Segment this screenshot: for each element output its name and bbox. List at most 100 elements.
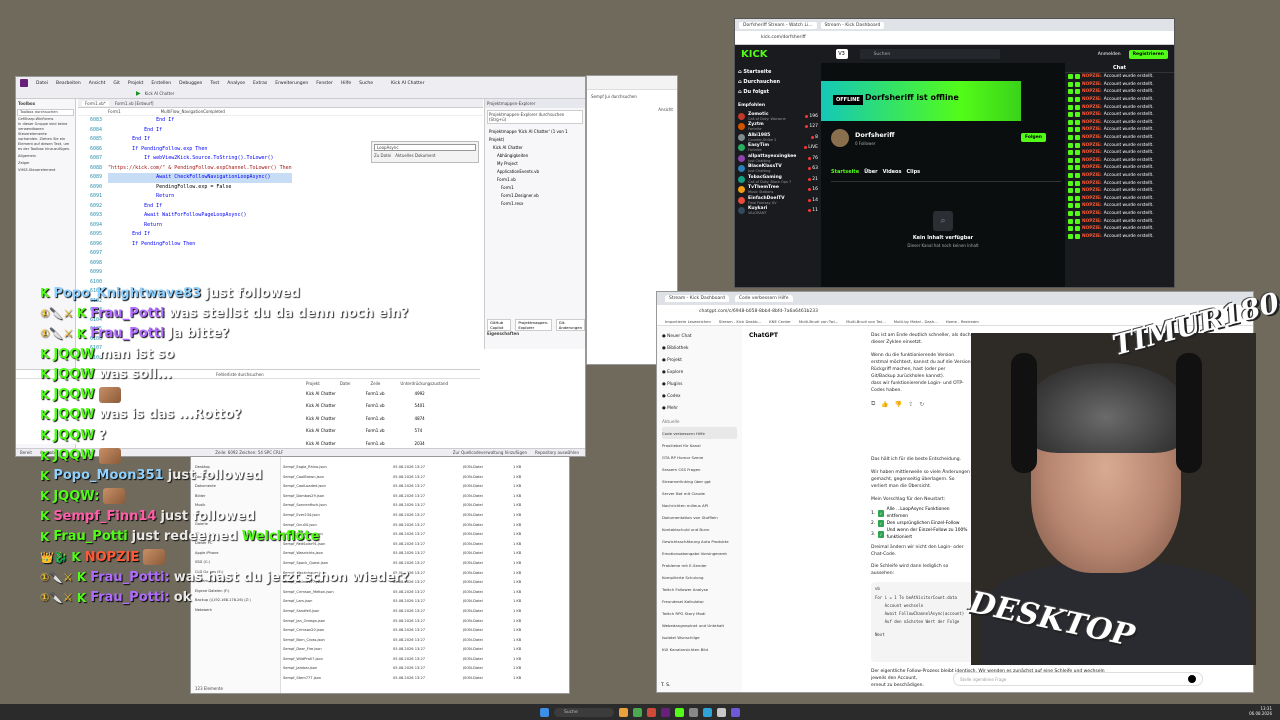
menu-item[interactable]: Analyse [227, 81, 245, 86]
solution-item[interactable]: ApplicationEvents.vb [489, 168, 581, 176]
kick-app-icon[interactable] [675, 707, 684, 717]
code-line[interactable]: End If [108, 230, 292, 240]
channel-row[interactable]: TvThemTree Music Stations 16 [738, 185, 818, 196]
kick-register-button[interactable]: Registrieren [1128, 49, 1168, 59]
file-row[interactable]: Sempf_Stem777.json 05.08.2026 13:27 JSON-D… [283, 674, 569, 684]
history-item[interactable]: Dokumentation von Stufflein [662, 511, 737, 523]
kick-search-input[interactable]: Suchen [859, 49, 1000, 59]
history-item[interactable]: Nachrichten milieus API [662, 499, 737, 511]
follow-button[interactable]: Folgen [1021, 133, 1047, 142]
solution-item[interactable]: Form1.resx [489, 200, 581, 208]
history-item[interactable]: Isolatel Wunschlige [662, 631, 737, 643]
chat-username[interactable]: NOPZIE: [1082, 211, 1102, 216]
menu-item[interactable]: Ansicht [89, 81, 106, 86]
code-line[interactable]: PendingFollow.exp = False [108, 183, 292, 193]
find-widget[interactable]: LoopAsync Zu Datei Aktuelles Dokument [371, 141, 479, 163]
file-row[interactable]: Sempf_Sandfell.json 05.08.2026 13:27 JSON-… [283, 607, 569, 617]
file-row[interactable]: Sempf_Jan_Omega.json 05.08.2026 13:27 JSON… [283, 617, 569, 627]
history-item[interactable]: Kompilierte Schulung [662, 571, 737, 583]
streamer-avatar[interactable] [831, 129, 849, 147]
start-icon[interactable] [540, 707, 549, 717]
code-line[interactable]: Return [108, 221, 292, 231]
browser-tab[interactable]: Stream - Kick Dashboard [665, 295, 729, 302]
app-icon-3[interactable] [703, 707, 712, 717]
channel-row[interactable]: EasyTim Fortnite LIVE [738, 143, 818, 154]
channel-row[interactable]: Zomotic Call of Duty: Warzone 196 [738, 111, 818, 122]
bookmark[interactable]: KNE Center [769, 319, 791, 324]
code-line[interactable]: "https://kick.com/" & PendingFollow.expC… [108, 164, 292, 174]
history-item[interactable]: GTA RP Humor Szene [662, 451, 737, 463]
copy-icon[interactable]: ⧉ [871, 400, 875, 408]
bookmark[interactable]: Multi-Brudi von Twi... [799, 319, 838, 324]
code-line[interactable]: End If [108, 135, 292, 145]
explorer-icon[interactable] [619, 707, 628, 717]
browser-tab[interactable]: Stream - Kick Dashboard [820, 21, 885, 29]
channel-row[interactable]: Kuykari VALORANT 11 [738, 206, 818, 217]
file-row[interactable]: Sempf_Barn_Cross.json 05.08.2026 13:27 JSO… [283, 636, 569, 646]
history-item[interactable]: Server Bot mit Claude [662, 487, 737, 499]
gpt-url[interactable]: chatgpt.com/c/6948-b058-8bb4-8bfd-7a6a64… [699, 309, 818, 314]
solution-tab[interactable]: Git-Änderungen [555, 319, 585, 331]
channel-tab[interactable]: Startseite [831, 169, 859, 175]
gpt-nav-item[interactable]: ● Bibliothek [662, 342, 737, 354]
taskbar-search[interactable]: Suche [554, 707, 614, 717]
tab-form1-code[interactable]: Form1.vb* [82, 100, 109, 106]
chat-username[interactable]: NOPZIE: [1082, 165, 1102, 170]
bookmark[interactable]: Multi-by Metal - Dash... [894, 319, 938, 324]
gpt-nav-item[interactable]: ● Codex [662, 390, 737, 402]
kick-login-button[interactable]: Anmelden [1098, 52, 1121, 57]
menu-item[interactable]: Erstellen [151, 81, 171, 86]
history-item[interactable]: Kontaktschuld und Bunn [662, 523, 737, 535]
code-line[interactable]: End If [108, 116, 292, 126]
solution-item[interactable]: Form1 [489, 184, 581, 192]
chat-username[interactable]: NOPZIE: [1082, 89, 1102, 94]
code-line[interactable]: End If [108, 126, 292, 136]
channel-row[interactable]: TobacGaming Call of Duty: Black Ops 7 21 [738, 174, 818, 185]
history-item[interactable]: Freundesel Kalkulator [662, 595, 737, 607]
chat-username[interactable]: NOPZIE: [1082, 188, 1102, 193]
history-item[interactable]: Gewichtsschätzung Auto Produkte [662, 535, 737, 547]
chat-username[interactable]: NOPZIE: [1082, 82, 1102, 87]
code-line[interactable]: If PendingFollow.exp Then [108, 145, 292, 155]
history-item[interactable]: Webedangneplnet und Untehalt [662, 619, 737, 631]
channel-tab[interactable]: Videos [883, 169, 902, 175]
chat-username[interactable]: NOPZIE: [1082, 74, 1102, 79]
file-row[interactable]: Sempf_WildPro07.json 05.08.2026 13:27 JSON… [283, 655, 569, 665]
kick-brand-icon[interactable]: V3 [835, 49, 848, 59]
find-input[interactable]: LoopAsync [374, 144, 476, 151]
taskbar-clock[interactable]: 13:31 06.08.2026 [1249, 706, 1272, 716]
bookmark[interactable]: Importierte Lesezeichen [665, 319, 711, 324]
toolbox-line[interactable]: Toolbox durchsuchen [17, 109, 74, 116]
explorer-secondary-search[interactable]: Sempf Jui durchsuchen [587, 90, 677, 103]
file-row[interactable]: Sempf_Jambar.json 05.08.2026 13:27 JSON-Da… [283, 664, 569, 674]
code-line[interactable]: Return [108, 192, 292, 202]
solution-item[interactable]: Kick AI Chatter [489, 144, 581, 152]
chat-username[interactable]: NOPZIE: [1082, 112, 1102, 117]
channel-row[interactable]: BlaceKlassTV Just Chatting 63 [738, 164, 818, 175]
chat-username[interactable]: NOPZIE: [1082, 97, 1102, 102]
kick-nav-item[interactable]: ⌂ Startseite [738, 67, 818, 77]
tab-form1-design[interactable]: Form1.vb [Entwurf] [115, 101, 154, 106]
chat-username[interactable]: NOPZIE: [1082, 226, 1102, 231]
history-item[interactable]: Twitch RPG Story Modi [662, 607, 737, 619]
menu-item[interactable]: Git [113, 81, 120, 86]
solution-item[interactable]: Abhängigkeiten [489, 152, 581, 160]
model-selector[interactable]: ChatGPT [749, 332, 778, 339]
history-item[interactable]: Probleme mit E-Sender [662, 559, 737, 571]
gpt-nav-item[interactable]: ● Mehr [662, 402, 737, 414]
kick-nav-item[interactable]: ⌂ Durchsuchen [738, 77, 818, 87]
breadcrumb-class[interactable]: Form1 [108, 109, 121, 114]
menu-item[interactable]: Projekt [128, 81, 144, 86]
channel-row[interactable]: allpattayexxingkee Just Chatting 76 [738, 153, 818, 164]
kick-url[interactable]: kick.com/dorfsheriff [761, 35, 806, 40]
menu-item[interactable]: Bearbeiten [56, 81, 81, 86]
menu-item[interactable]: Fenster [316, 81, 333, 86]
history-item[interactable]: KUI Kanalansichten Bild [662, 643, 737, 655]
menu-item[interactable]: Test [210, 81, 219, 86]
channel-row[interactable]: Zyztm Fortnite 127 [738, 122, 818, 133]
chat-username[interactable]: NOPZIE: [1082, 196, 1102, 201]
kick-address-bar[interactable]: kick.com/dorfsheriff [735, 31, 1174, 45]
chat-username[interactable]: NOPZIE: [1082, 150, 1102, 155]
menu-item[interactable]: Extras [253, 81, 267, 86]
run-target[interactable]: Kick AI Chatter [145, 91, 175, 96]
